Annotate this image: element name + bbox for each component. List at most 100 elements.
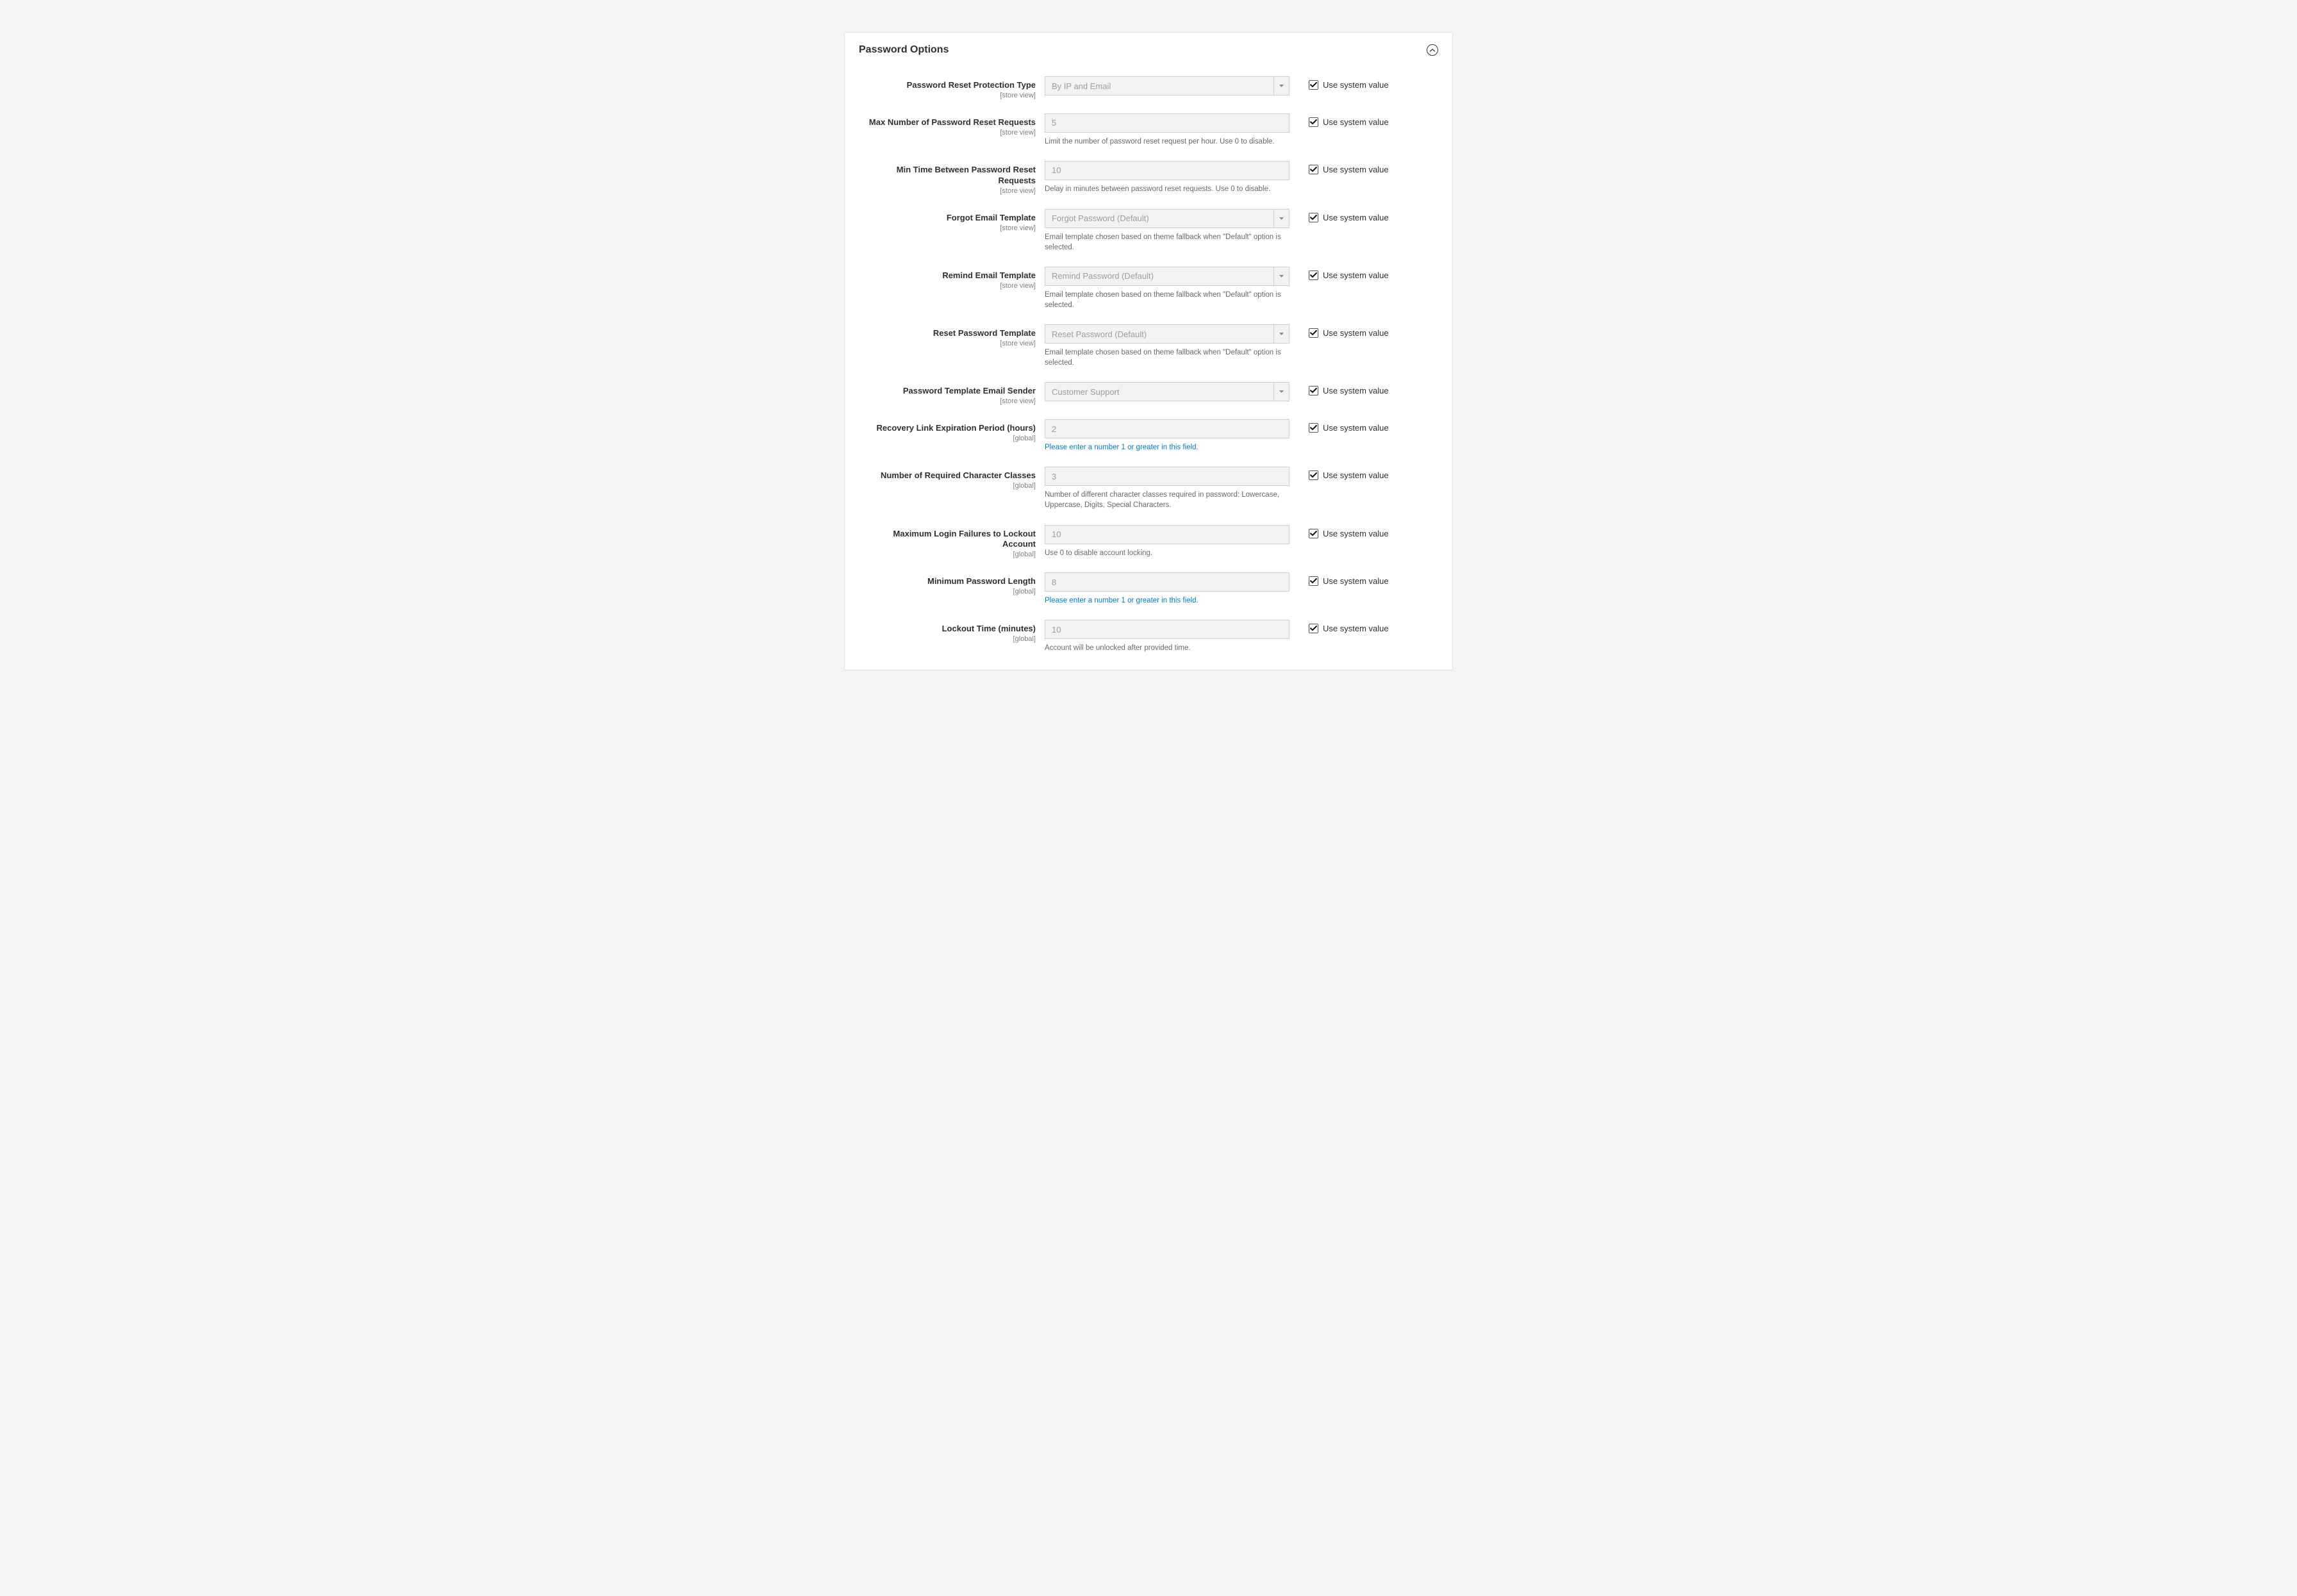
reset_template-use-system-checkbox[interactable] xyxy=(1309,328,1318,338)
field-row-reset_template: Reset Password Template[store view]Reset… xyxy=(859,324,1438,368)
field-hint: Limit the number of password reset reque… xyxy=(1045,137,1289,147)
remind_template-select[interactable]: Remind Password (Default) xyxy=(1045,267,1289,286)
field-hint: Delay in minutes between password reset … xyxy=(1045,184,1289,194)
field-scope: [store view] xyxy=(859,397,1036,405)
field-scope: [global] xyxy=(859,435,1036,442)
use-system-value-label: Use system value xyxy=(1323,386,1389,395)
field-scope: [store view] xyxy=(859,340,1036,347)
section-header: Password Options xyxy=(845,33,1452,65)
field-input-col: Customer Support xyxy=(1045,382,1289,401)
field-hint: Email template chosen based on theme fal… xyxy=(1045,347,1289,368)
field-label: Min Time Between Password Reset Requests xyxy=(859,165,1036,187)
reset_template-select[interactable]: Reset Password (Default) xyxy=(1045,324,1289,344)
max_requests-use-system-checkbox[interactable] xyxy=(1309,117,1318,127)
use-system-value-col: Use system value xyxy=(1289,267,1389,280)
use-system-value-label: Use system value xyxy=(1323,213,1389,222)
field-input-col: 8 Please enter a number 1 or greater in t… xyxy=(1045,572,1289,606)
max_requests-input[interactable]: 5 xyxy=(1045,113,1289,133)
input-value: 10 xyxy=(1052,625,1061,635)
field-row-min_time: Min Time Between Password Reset Requests… xyxy=(859,161,1438,195)
lockout_failures-use-system-checkbox[interactable] xyxy=(1309,529,1318,538)
use-system-value-label: Use system value xyxy=(1323,576,1389,586)
field-input-col: 10 Use 0 to disable account locking. xyxy=(1045,525,1289,558)
field-label: Maximum Login Failures to Lockout Accoun… xyxy=(859,529,1036,551)
use-system-value-label: Use system value xyxy=(1323,328,1389,338)
use-system-value-label: Use system value xyxy=(1323,529,1389,538)
checkmark-icon xyxy=(1310,167,1317,172)
use-system-value-label: Use system value xyxy=(1323,165,1389,174)
input-value: 10 xyxy=(1052,165,1061,175)
input-value: 2 xyxy=(1052,424,1056,434)
recovery_expiration-input[interactable]: 2 xyxy=(1045,419,1289,438)
field-label-col: Forgot Email Template[store view] xyxy=(859,209,1045,232)
field-scope: [global] xyxy=(859,482,1036,490)
use-system-value-col: Use system value xyxy=(1289,161,1389,174)
email_sender-select[interactable]: Customer Support xyxy=(1045,382,1289,401)
field-row-recovery_expiration: Recovery Link Expiration Period (hours)[… xyxy=(859,419,1438,453)
use-system-value-label: Use system value xyxy=(1323,624,1389,633)
field-hint-link[interactable]: Please enter a number 1 or greater in th… xyxy=(1045,597,1198,604)
field-scope: [store view] xyxy=(859,224,1036,232)
min_length-input[interactable]: 8 xyxy=(1045,572,1289,592)
lockout_failures-input[interactable]: 10 xyxy=(1045,525,1289,544)
field-label: Recovery Link Expiration Period (hours) xyxy=(859,423,1036,434)
min_time-use-system-checkbox[interactable] xyxy=(1309,165,1318,174)
checkmark-icon xyxy=(1310,388,1317,394)
caret-down-icon xyxy=(1273,325,1289,343)
select-value: Reset Password (Default) xyxy=(1052,329,1147,339)
field-label-col: Password Template Email Sender[store vie… xyxy=(859,382,1045,405)
field-row-lockout_failures: Maximum Login Failures to Lockout Accoun… xyxy=(859,525,1438,559)
field-row-min_length: Minimum Password Length[global]8Please e… xyxy=(859,572,1438,606)
email_sender-use-system-checkbox[interactable] xyxy=(1309,386,1318,395)
field-hint: Email template chosen based on theme fal… xyxy=(1045,232,1289,253)
input-value: 10 xyxy=(1052,529,1061,539)
field-row-lockout_time: Lockout Time (minutes)[global]10Account … xyxy=(859,620,1438,653)
forgot_template-use-system-checkbox[interactable] xyxy=(1309,213,1318,222)
field-label: Reset Password Template xyxy=(859,328,1036,339)
field-row-email_sender: Password Template Email Sender[store vie… xyxy=(859,382,1438,405)
input-value: 3 xyxy=(1052,472,1056,481)
field-hint: Number of different character classes re… xyxy=(1045,490,1289,510)
collapse-toggle[interactable] xyxy=(1427,44,1438,56)
field-label-col: Maximum Login Failures to Lockout Accoun… xyxy=(859,525,1045,559)
remind_template-use-system-checkbox[interactable] xyxy=(1309,270,1318,280)
field-label-col: Reset Password Template[store view] xyxy=(859,324,1045,347)
field-label: Max Number of Password Reset Requests xyxy=(859,117,1036,128)
field-hint: Please enter a number 1 or greater in th… xyxy=(1045,595,1289,606)
field-label-col: Recovery Link Expiration Period (hours)[… xyxy=(859,419,1045,442)
min_length-use-system-checkbox[interactable] xyxy=(1309,576,1318,586)
field-label: Lockout Time (minutes) xyxy=(859,624,1036,635)
field-scope: [global] xyxy=(859,588,1036,595)
field-hint-link[interactable]: Please enter a number 1 or greater in th… xyxy=(1045,444,1198,451)
field-hint: Use 0 to disable account locking. xyxy=(1045,548,1289,558)
use-system-value-col: Use system value xyxy=(1289,525,1389,538)
protection_type-use-system-checkbox[interactable] xyxy=(1309,80,1318,90)
field-input-col: 2 Please enter a number 1 or greater in t… xyxy=(1045,419,1289,453)
use-system-value-col: Use system value xyxy=(1289,572,1389,586)
recovery_expiration-use-system-checkbox[interactable] xyxy=(1309,423,1318,433)
min_time-input[interactable]: 10 xyxy=(1045,161,1289,180)
use-system-value-label: Use system value xyxy=(1323,80,1389,90)
field-input-col: Remind Password (Default)Email template … xyxy=(1045,267,1289,310)
use-system-value-col: Use system value xyxy=(1289,324,1389,338)
caret-down-icon xyxy=(1273,77,1289,95)
char_classes-input[interactable]: 3 xyxy=(1045,467,1289,486)
use-system-value-col: Use system value xyxy=(1289,209,1389,222)
input-value: 5 xyxy=(1052,118,1056,128)
field-row-char_classes: Number of Required Character Classes[glo… xyxy=(859,467,1438,510)
lockout_time-input[interactable]: 10 xyxy=(1045,620,1289,639)
field-input-col: By IP and Email xyxy=(1045,76,1289,96)
checkmark-icon xyxy=(1310,531,1317,536)
forgot_template-select[interactable]: Forgot Password (Default) xyxy=(1045,209,1289,228)
password-options-section: Password Options Password Reset Protecti… xyxy=(844,32,1453,670)
checkmark-icon xyxy=(1310,82,1317,88)
field-hint: Please enter a number 1 or greater in th… xyxy=(1045,442,1289,453)
protection_type-select[interactable]: By IP and Email xyxy=(1045,76,1289,96)
field-input-col: Reset Password (Default) Email template c… xyxy=(1045,324,1289,368)
char_classes-use-system-checkbox[interactable] xyxy=(1309,470,1318,480)
lockout_time-use-system-checkbox[interactable] xyxy=(1309,624,1318,633)
checkmark-icon xyxy=(1310,330,1317,336)
section-body: Password Reset Protection Type[store vie… xyxy=(845,65,1452,670)
use-system-value-col: Use system value xyxy=(1289,382,1389,395)
select-value: Forgot Password (Default) xyxy=(1052,213,1149,223)
